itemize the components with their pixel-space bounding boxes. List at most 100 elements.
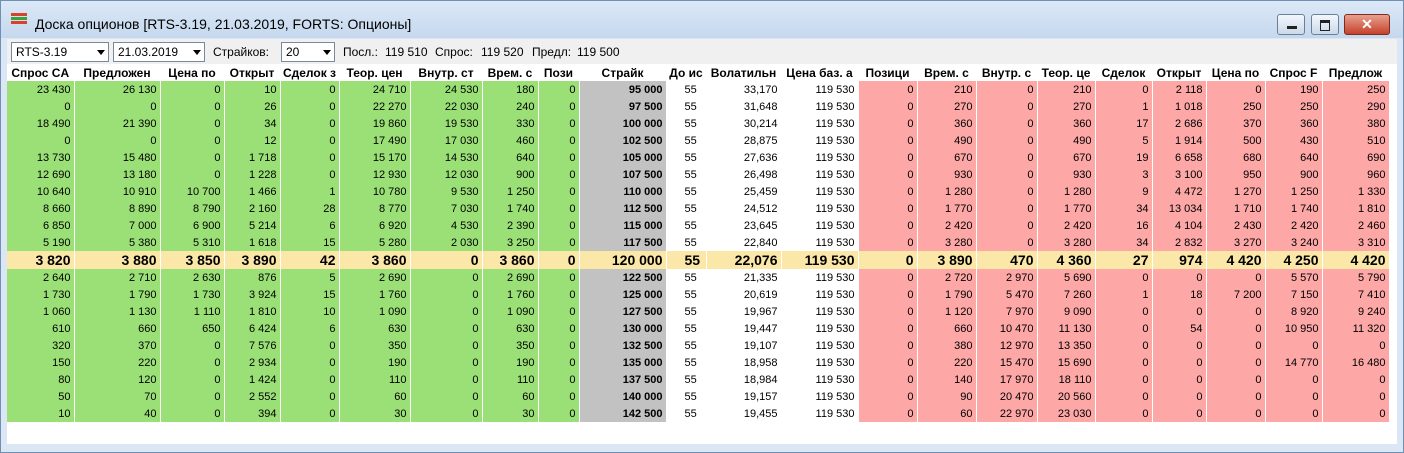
- call-cell[interactable]: 2 690: [339, 269, 411, 286]
- info-cell[interactable]: 18,958: [706, 354, 782, 371]
- put-cell[interactable]: 0: [1152, 354, 1207, 371]
- put-cell[interactable]: 0: [858, 388, 918, 405]
- call-cell[interactable]: 0: [74, 132, 161, 149]
- put-cell[interactable]: 1 770: [917, 200, 977, 217]
- call-cell[interactable]: 1 130: [74, 303, 161, 320]
- call-cell[interactable]: 60: [339, 388, 411, 405]
- put-cell[interactable]: 4 420: [1206, 251, 1266, 269]
- title-bar[interactable]: Доска опционов [RTS-3.19, 21.03.2019, FO…: [1, 1, 1403, 38]
- info-cell[interactable]: 119 530: [781, 371, 859, 388]
- call-cell[interactable]: 0: [538, 251, 580, 269]
- put-cell[interactable]: 22 970: [976, 405, 1038, 422]
- put-cell[interactable]: 34: [1095, 234, 1153, 251]
- column-header[interactable]: Открыт: [1152, 64, 1207, 81]
- call-cell[interactable]: 3 890: [224, 251, 281, 269]
- put-cell[interactable]: 7 200: [1206, 286, 1266, 303]
- info-cell[interactable]: 119 530: [781, 149, 859, 166]
- put-cell[interactable]: 16: [1095, 217, 1153, 234]
- call-cell[interactable]: 0: [160, 81, 225, 98]
- strike-cell[interactable]: 130 000: [579, 320, 667, 337]
- put-cell[interactable]: 0: [976, 234, 1038, 251]
- table-row[interactable]: 10 640 10 910 10 700 1 466 1 10 780 9 530 1 250…: [7, 183, 1390, 200]
- call-cell[interactable]: 60: [482, 388, 539, 405]
- strike-cell[interactable]: 107 500: [579, 166, 667, 183]
- put-cell[interactable]: 930: [917, 166, 977, 183]
- call-cell[interactable]: 24 530: [410, 81, 483, 98]
- put-cell[interactable]: 380: [1322, 115, 1390, 132]
- table-row[interactable]: 610 660 650 6 424 6 630 0 630 0 130 000 55 19,447 11…: [7, 320, 1390, 337]
- call-cell[interactable]: 10 700: [160, 183, 225, 200]
- call-cell[interactable]: 18 490: [7, 115, 75, 132]
- put-cell[interactable]: 1 280: [917, 183, 977, 200]
- call-cell[interactable]: 19 860: [339, 115, 411, 132]
- put-cell[interactable]: 0: [1095, 269, 1153, 286]
- column-header[interactable]: Открыт: [224, 64, 281, 81]
- call-cell[interactable]: 3 924: [224, 286, 281, 303]
- put-cell[interactable]: 7 410: [1322, 286, 1390, 303]
- call-cell[interactable]: 3 250: [482, 234, 539, 251]
- call-cell[interactable]: 0: [7, 98, 75, 115]
- info-cell[interactable]: 19,967: [706, 303, 782, 320]
- call-cell[interactable]: 110: [339, 371, 411, 388]
- info-cell[interactable]: 119 530: [781, 405, 859, 422]
- call-cell[interactable]: 8 770: [339, 200, 411, 217]
- call-cell[interactable]: 660: [74, 320, 161, 337]
- call-cell[interactable]: 876: [224, 269, 281, 286]
- call-cell[interactable]: 0: [538, 354, 580, 371]
- put-cell[interactable]: 0: [1265, 337, 1323, 354]
- put-cell[interactable]: 2 420: [1037, 217, 1096, 234]
- column-header[interactable]: Врем. с: [482, 64, 539, 81]
- put-cell[interactable]: 960: [1322, 166, 1390, 183]
- put-cell[interactable]: 900: [1265, 166, 1323, 183]
- call-cell[interactable]: 10 910: [74, 183, 161, 200]
- call-cell[interactable]: 0: [280, 149, 340, 166]
- info-cell[interactable]: 19,455: [706, 405, 782, 422]
- maximize-button[interactable]: [1311, 14, 1339, 35]
- put-cell[interactable]: 13 034: [1152, 200, 1207, 217]
- info-cell[interactable]: 119 530: [781, 251, 859, 269]
- put-cell[interactable]: 0: [1322, 337, 1390, 354]
- info-cell[interactable]: 119 530: [781, 337, 859, 354]
- info-cell[interactable]: 55: [666, 371, 707, 388]
- put-cell[interactable]: 1 018: [1152, 98, 1207, 115]
- put-cell[interactable]: 0: [976, 200, 1038, 217]
- table-row[interactable]: 12 690 13 180 0 1 228 0 12 930 12 030 900 0 107 5…: [7, 166, 1390, 183]
- put-cell[interactable]: 18: [1152, 286, 1207, 303]
- strike-cell[interactable]: 117 500: [579, 234, 667, 251]
- call-cell[interactable]: 1 760: [339, 286, 411, 303]
- put-cell[interactable]: 1 770: [1037, 200, 1096, 217]
- put-cell[interactable]: 3 280: [917, 234, 977, 251]
- table-row[interactable]: 150 220 0 2 934 0 190 0 190 0 135 000 55 18,958 119 …: [7, 354, 1390, 371]
- put-cell[interactable]: 0: [1265, 405, 1323, 422]
- info-cell[interactable]: 30,214: [706, 115, 782, 132]
- call-cell[interactable]: 1 760: [482, 286, 539, 303]
- put-cell[interactable]: 670: [917, 149, 977, 166]
- call-cell[interactable]: 0: [538, 200, 580, 217]
- put-cell[interactable]: 2 460: [1322, 217, 1390, 234]
- put-cell[interactable]: 0: [858, 149, 918, 166]
- call-cell[interactable]: 0: [410, 269, 483, 286]
- put-cell[interactable]: 0: [1206, 354, 1266, 371]
- info-cell[interactable]: 119 530: [781, 234, 859, 251]
- call-cell[interactable]: 40: [74, 405, 161, 422]
- call-cell[interactable]: 0: [538, 234, 580, 251]
- call-cell[interactable]: 0: [410, 303, 483, 320]
- call-cell[interactable]: 0: [410, 337, 483, 354]
- put-cell[interactable]: 8 920: [1265, 303, 1323, 320]
- info-cell[interactable]: 19,447: [706, 320, 782, 337]
- call-cell[interactable]: 0: [160, 98, 225, 115]
- info-cell[interactable]: 55: [666, 200, 707, 217]
- put-cell[interactable]: 0: [1095, 320, 1153, 337]
- column-header[interactable]: Внутр. с: [976, 64, 1038, 81]
- info-cell[interactable]: 24,512: [706, 200, 782, 217]
- call-cell[interactable]: 0: [410, 251, 483, 269]
- info-cell[interactable]: 27,636: [706, 149, 782, 166]
- column-header[interactable]: Предложен: [74, 64, 161, 81]
- strike-cell[interactable]: 127 500: [579, 303, 667, 320]
- column-header[interactable]: Пози: [538, 64, 580, 81]
- call-cell[interactable]: 6 900: [160, 217, 225, 234]
- put-cell[interactable]: 0: [1322, 405, 1390, 422]
- put-cell[interactable]: 0: [858, 251, 918, 269]
- put-cell[interactable]: 1 914: [1152, 132, 1207, 149]
- put-cell[interactable]: 1 250: [1265, 183, 1323, 200]
